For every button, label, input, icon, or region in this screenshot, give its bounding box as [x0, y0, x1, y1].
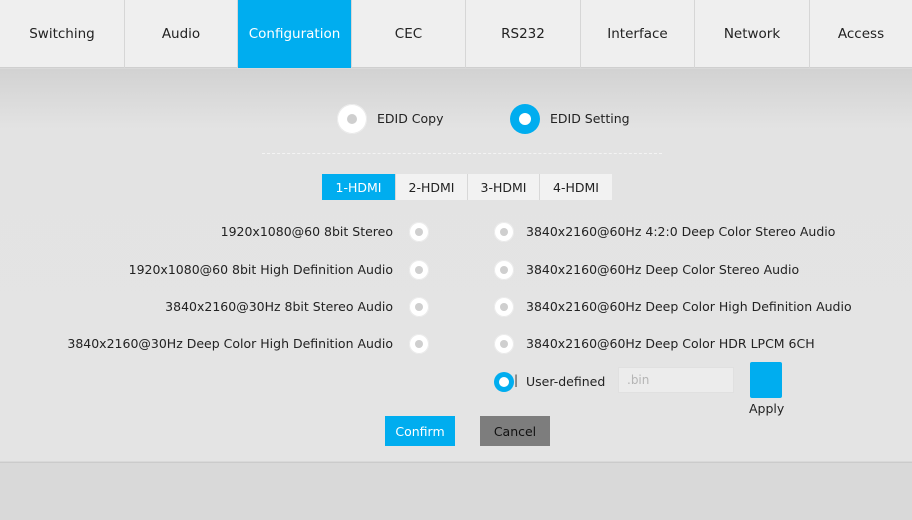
radio-dot-icon [500, 266, 508, 274]
cancel-button[interactable]: Cancel [480, 416, 550, 446]
edid-option-label: 3840x2160@30Hz 8bit Stereo Audio [165, 299, 393, 314]
edid-file-input[interactable] [618, 367, 734, 393]
edid-option-radio[interactable] [494, 260, 514, 280]
tab-label: Interface [607, 26, 668, 42]
tab-cec[interactable]: CEC [352, 0, 466, 68]
edid-option-radio[interactable] [409, 297, 429, 317]
tab-label: Audio [161, 26, 201, 42]
divider [262, 153, 662, 154]
footer [0, 462, 912, 520]
edid-copy-radio[interactable] [337, 104, 367, 134]
radio-dot-icon [415, 228, 423, 236]
hdmi-tab-label: 4-HDMI [553, 179, 599, 195]
hdmi-tab-label: 2-HDMI [408, 179, 455, 195]
hdmi-tab-label: 3-HDMI [480, 179, 527, 195]
radio-dot-icon [347, 114, 357, 124]
tab-label: Access [837, 26, 885, 42]
edid-option-label: 1920x1080@60 8bit High Definition Audio [128, 262, 393, 277]
tab-label: RS232 [501, 26, 545, 42]
radio-dot-icon [499, 377, 509, 387]
upload-file-button[interactable] [750, 362, 782, 398]
edid-option-radio[interactable] [409, 334, 429, 354]
tab-network[interactable]: Network [695, 0, 810, 68]
radio-dot-icon [415, 266, 423, 274]
edid-option-radio[interactable] [494, 222, 514, 242]
edid-setting-radio[interactable] [510, 104, 540, 134]
tab-interface[interactable]: Interface [581, 0, 695, 68]
user-defined-radio[interactable] [494, 372, 514, 392]
hdmi-tab-2[interactable]: 2-HDMI [396, 174, 468, 200]
user-defined-label: User-defined [526, 374, 606, 389]
radio-dot-icon [500, 340, 508, 348]
hdmi-tabs: 1-HDMI 2-HDMI 3-HDMI 4-HDMI [322, 174, 612, 200]
edid-option-label: 3840x2160@30Hz Deep Color High Definitio… [67, 336, 393, 351]
top-nav: Switching Audio Configuration CEC RS232 … [0, 0, 912, 68]
radio-dot-icon [500, 303, 508, 311]
tab-rs232[interactable]: RS232 [466, 0, 581, 68]
user-defined-mark: | [514, 373, 519, 387]
radio-dot-icon [415, 303, 423, 311]
confirm-button[interactable]: Confirm [385, 416, 455, 446]
hdmi-tab-1[interactable]: 1-HDMI [322, 174, 396, 200]
edid-option-radio[interactable] [494, 297, 514, 317]
hdmi-tab-3[interactable]: 3-HDMI [468, 174, 540, 200]
tab-label: CEC [394, 26, 423, 42]
edid-option-radio[interactable] [494, 334, 514, 354]
tab-switching[interactable]: Switching [0, 0, 125, 68]
tab-access[interactable]: Access [810, 0, 912, 68]
radio-dot-icon [415, 340, 423, 348]
edid-option-label: 3840x2160@60Hz Deep Color High Definitio… [526, 299, 852, 314]
edid-option-label: 3840x2160@60Hz 4:2:0 Deep Color Stereo A… [526, 224, 836, 239]
hdmi-tab-4[interactable]: 4-HDMI [540, 174, 612, 200]
edid-option-label: 3840x2160@60Hz Deep Color Stereo Audio [526, 262, 800, 277]
radio-dot-icon [519, 113, 531, 125]
edid-option-label: 3840x2160@60Hz Deep Color HDR LPCM 6CH [526, 336, 815, 351]
edid-option-radio[interactable] [409, 260, 429, 280]
edid-copy-label: EDID Copy [377, 111, 444, 126]
edid-option-radio[interactable] [409, 222, 429, 242]
tab-configuration[interactable]: Configuration [238, 0, 352, 68]
apply-label: Apply [749, 401, 785, 416]
edid-option-label: 1920x1080@60 8bit Stereo [220, 224, 393, 239]
radio-dot-icon [500, 228, 508, 236]
edid-setting-label: EDID Setting [550, 111, 630, 126]
tab-label: Network [723, 26, 781, 42]
configuration-panel: EDID Copy EDID Setting 1-HDMI 2-HDMI 3-H… [0, 69, 912, 461]
tab-label: Configuration [248, 26, 341, 42]
tab-label: Switching [29, 26, 95, 42]
hdmi-tab-label: 1-HDMI [335, 179, 382, 195]
tab-audio[interactable]: Audio [125, 0, 238, 68]
